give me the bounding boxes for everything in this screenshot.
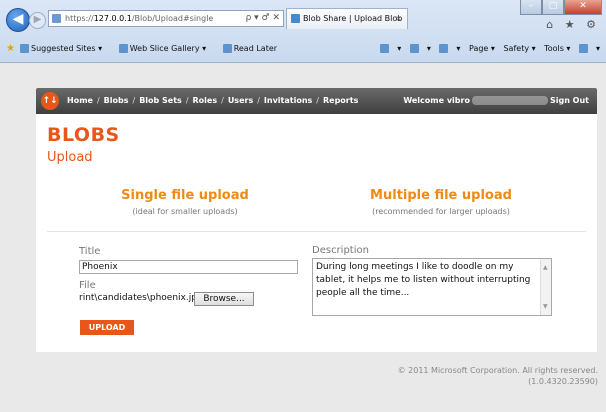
version-text: (1.0.4320.23590) [528, 377, 598, 386]
nav-separator: / [316, 96, 319, 105]
window-controls: – ▢ ✕ [520, 0, 602, 15]
page-subtitle: Upload [47, 150, 93, 165]
back-arrow-icon[interactable]: ◀ [6, 8, 30, 32]
page-icon [52, 14, 61, 23]
file-path-input[interactable]: rint\candidates\phoenix.jpg [79, 293, 195, 307]
favorites-star-icon[interactable]: ★ [6, 38, 15, 60]
print-menu[interactable]: ▾ [439, 44, 460, 53]
nav-separator: / [257, 96, 260, 105]
nav-invitations[interactable]: Invitations [264, 96, 312, 105]
description-text: During long meetings I like to doodle on… [316, 262, 531, 298]
url-host: 127.0.0.1 [93, 14, 132, 23]
nav-separator: / [185, 96, 189, 105]
page-menu[interactable]: Page ▾ [469, 44, 495, 53]
sign-out-link[interactable]: Sign Out [550, 96, 589, 105]
file-label: File [79, 280, 96, 291]
help-menu[interactable]: ▾ [578, 44, 600, 53]
address-tools[interactable]: ρ ▾ ♂ ✕ [246, 11, 280, 26]
nav-reports[interactable]: Reports [323, 96, 358, 105]
nav-users[interactable]: Users [228, 96, 253, 105]
home-menu[interactable]: ▾ [380, 44, 401, 53]
nav-home[interactable]: Home [67, 96, 93, 105]
home-icon [380, 44, 390, 53]
single-upload-note: (ideal for smaller uploads) [132, 207, 238, 216]
tab-blob-share[interactable]: Blob Share | Upload Blob × [286, 8, 408, 29]
scroll-up-icon[interactable]: ▲ [543, 261, 548, 274]
site-icon [20, 44, 29, 53]
url-path: /Blob/Upload#single [131, 14, 214, 23]
nav-separator: / [96, 96, 100, 105]
browse-button[interactable]: Browse... [194, 292, 254, 306]
tools-menu[interactable]: Tools ▾ [544, 44, 570, 53]
redacted-email [471, 96, 548, 105]
fav-read-later[interactable]: Read Later [222, 44, 284, 53]
title-label: Title [79, 246, 101, 257]
upload-panel: BLOBS Upload Single file upload (ideal f… [36, 114, 597, 352]
nav-separator: / [132, 96, 136, 105]
divider [47, 231, 586, 232]
site-navigation-bar: ↑↓ Home / Blobs / Blob Sets / Roles / Users / Invi… [36, 88, 597, 114]
help-icon [578, 44, 588, 53]
ie-icon [118, 44, 128, 53]
description-scrollbar[interactable]: ▲ ▼ [540, 259, 551, 315]
multiple-upload-note: (recommended for larger uploads) [372, 207, 510, 216]
scroll-down-icon[interactable]: ▼ [543, 300, 548, 313]
tab-close-icon[interactable]: × [395, 9, 402, 28]
tab-favicon-icon [291, 14, 300, 23]
fav-suggested-sites[interactable]: Suggested Sites ▾ [20, 44, 109, 53]
forward-arrow-icon[interactable]: ▶ [29, 12, 46, 29]
close-icon[interactable]: ✕ [564, 0, 602, 15]
favorites-bar: ★ Suggested Sites ▾ Web Slice Gallery ▾ … [0, 38, 606, 60]
tab-single-file-upload[interactable]: Single file upload [120, 188, 250, 203]
feed-icon [409, 44, 419, 53]
url-prefix: https:// [65, 14, 94, 23]
page-title: BLOBS [47, 124, 120, 146]
command-bar: ▾ ▾ ▾ Page ▾ Safety ▾ Tools ▾ ▾ [374, 38, 600, 60]
fav-web-slice-gallery[interactable]: Web Slice Gallery ▾ [118, 44, 213, 53]
ie-icon [222, 44, 232, 53]
nav-roles[interactable]: Roles [193, 96, 218, 105]
upload-button[interactable]: UPLOAD [80, 320, 134, 335]
footer: © 2011 Microsoft Corporation. All rights… [398, 365, 598, 387]
feeds-menu[interactable]: ▾ [409, 44, 431, 53]
maximize-icon[interactable]: ▢ [542, 0, 564, 15]
description-label: Description [312, 245, 369, 256]
title-input[interactable] [79, 260, 298, 274]
blobshare-logo-icon[interactable]: ↑↓ [41, 92, 59, 110]
browser-chrome: ◀ ▶ https://127.0.0.1/Blob/Upload#single… [0, 0, 606, 63]
description-textarea[interactable]: During long meetings I like to doodle on… [312, 258, 552, 316]
welcome-text: Welcome vibro [403, 96, 470, 105]
home-star-gear-icons[interactable]: ⌂ ★ ⚙ [546, 18, 600, 31]
main-nav: Home / Blobs / Blob Sets / Roles / Users / Invitat… [67, 88, 358, 114]
address-bar[interactable]: https://127.0.0.1/Blob/Upload#single ρ ▾… [48, 10, 284, 27]
copyright-text: © 2011 Microsoft Corporation. All rights… [397, 366, 598, 375]
nav-separator: / [221, 96, 224, 105]
minimize-icon[interactable]: – [520, 0, 542, 15]
nav-blob-sets[interactable]: Blob Sets [139, 96, 182, 105]
nav-blobs[interactable]: Blobs [104, 96, 129, 105]
safety-menu[interactable]: Safety ▾ [503, 44, 535, 53]
tab-title: Blob Share | Upload Blob [303, 14, 403, 23]
user-area: Welcome vibro Sign Out [403, 88, 589, 114]
print-icon [439, 44, 449, 53]
tab-multiple-file-upload[interactable]: Multiple file upload [361, 188, 521, 203]
